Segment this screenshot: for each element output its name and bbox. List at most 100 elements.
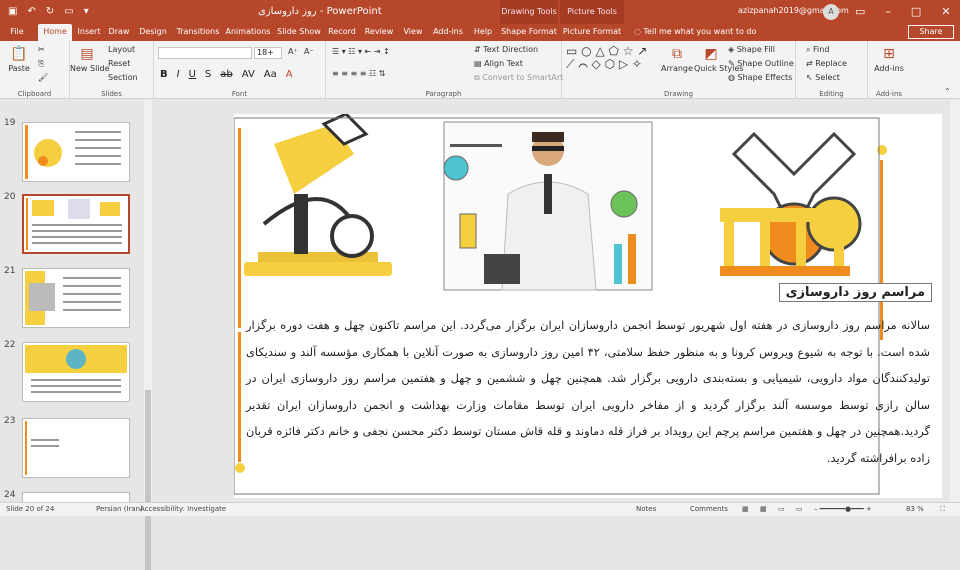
- paint-bucket-icon: ◈: [728, 45, 737, 54]
- tab-view[interactable]: View: [400, 24, 426, 41]
- accessibility-status[interactable]: Accessibility: Investigate: [140, 505, 226, 513]
- slide-thumbnail[interactable]: [22, 122, 130, 182]
- group-label: Drawing: [663, 90, 694, 98]
- redo-icon[interactable]: ↻: [46, 6, 54, 17]
- ribbon-tabs: File Home Insert Draw Design Transitions…: [0, 24, 960, 41]
- convert-smartart-button[interactable]: ⧉ Convert to SmartArt: [474, 73, 563, 83]
- thumbnails-scrollbar[interactable]: [144, 100, 152, 570]
- layout-button[interactable]: Layout: [108, 45, 135, 54]
- copy-icon[interactable]: ⎘: [38, 59, 44, 69]
- list-icons[interactable]: ☰ ▾ ☷ ▾ ⇤ ⇥ ↕: [332, 47, 390, 56]
- format-painter-icon[interactable]: 🖌: [38, 73, 48, 82]
- align-icons[interactable]: ≡ ≡ ≡ ≡ ☷ ⇅: [332, 69, 385, 78]
- shape-effects-button[interactable]: ◍ Shape Effects: [728, 73, 792, 82]
- font-color-icon[interactable]: A: [286, 69, 293, 80]
- tab-record[interactable]: Record: [326, 24, 358, 41]
- slide-number: 19: [4, 118, 16, 128]
- spacing-icon[interactable]: AV: [242, 69, 255, 80]
- tab-review[interactable]: Review: [362, 24, 396, 41]
- slide-thumbnail-selected[interactable]: [22, 194, 130, 254]
- tab-draw[interactable]: Draw: [106, 24, 132, 41]
- slide-thumbnail[interactable]: [22, 418, 130, 478]
- customize-icon[interactable]: ▾: [84, 6, 89, 17]
- maximize-icon[interactable]: □: [911, 5, 921, 18]
- window-controls: ▭ – □ ✕: [855, 5, 951, 18]
- section-button[interactable]: Section: [108, 73, 138, 82]
- shape-fill-button[interactable]: ◈ Shape Fill: [728, 45, 775, 54]
- tab-animations[interactable]: Animations: [224, 24, 272, 41]
- tab-shape-format[interactable]: Shape Format: [500, 24, 558, 41]
- slideshow-icon[interactable]: ▭: [64, 6, 73, 17]
- search-icon: ⌕: [806, 45, 814, 54]
- shape-outline-button[interactable]: ✎ Shape Outline: [728, 59, 794, 68]
- tab-picture-format[interactable]: Picture Format: [560, 24, 624, 41]
- paste-button[interactable]: 📋 Paste: [2, 45, 36, 73]
- reading-view-icon[interactable]: ▭: [778, 505, 785, 513]
- increase-font-icon[interactable]: A⁺: [288, 47, 298, 56]
- new-slide-button[interactable]: ▤ New Slide: [70, 45, 110, 73]
- underline-icon[interactable]: U: [189, 69, 196, 80]
- normal-view-icon[interactable]: ▦: [742, 505, 749, 513]
- quick-styles-button[interactable]: ◩ Quick Styles: [694, 45, 743, 73]
- font-size-box[interactable]: 18+: [254, 47, 282, 59]
- align-text-button[interactable]: ▤ Align Text: [474, 59, 523, 68]
- change-case-icon[interactable]: Aa: [264, 69, 277, 80]
- slide-body-text[interactable]: سالانه مراسم روز داروسازی در هفته اول شه…: [234, 312, 942, 471]
- group-editing: ⌕ Find ⇄ Replace ↖ Select Editing: [796, 41, 868, 99]
- bold-icon[interactable]: B: [160, 69, 168, 80]
- new-slide-icon: ▤: [80, 46, 94, 62]
- zoom-level[interactable]: 83 %: [906, 505, 924, 513]
- shadow-icon[interactable]: S: [205, 69, 211, 80]
- group-label: Editing: [819, 90, 844, 98]
- tell-me-search[interactable]: ◌ Tell me what you want to do: [634, 27, 756, 36]
- tab-transitions[interactable]: Transitions: [174, 24, 222, 41]
- add-ins-button[interactable]: ⊞ Add-ins: [872, 45, 906, 73]
- notes-button[interactable]: Notes: [636, 505, 656, 513]
- reset-button[interactable]: Reset: [108, 59, 130, 68]
- decrease-font-icon[interactable]: A⁻: [304, 47, 314, 56]
- slide-number: 24: [4, 490, 16, 500]
- comments-button[interactable]: Comments: [690, 505, 728, 513]
- minimize-icon[interactable]: –: [885, 5, 891, 18]
- zoom-slider[interactable]: – ━━━━━━●━━━ +: [814, 505, 872, 513]
- strikethrough-icon[interactable]: ab: [220, 69, 232, 80]
- slide-title[interactable]: مراسم روز داروسازی: [778, 283, 932, 302]
- tab-help[interactable]: Help: [470, 24, 496, 41]
- ribbon-display-icon[interactable]: ▭: [855, 5, 865, 18]
- tab-home[interactable]: Home: [38, 24, 72, 41]
- collapse-ribbon-icon[interactable]: ⌃: [944, 87, 951, 96]
- tab-insert[interactable]: Insert: [74, 24, 104, 41]
- avatar[interactable]: A: [823, 4, 839, 20]
- undo-icon[interactable]: ↶: [27, 6, 35, 17]
- select-button[interactable]: ↖ Select: [806, 73, 840, 82]
- scrollbar-thumb[interactable]: [145, 390, 151, 570]
- tab-design[interactable]: Design: [136, 24, 170, 41]
- italic-icon[interactable]: I: [177, 69, 180, 80]
- cut-icon[interactable]: ✂: [38, 45, 45, 54]
- slide-thumbnail[interactable]: [22, 342, 130, 402]
- tab-slide-show[interactable]: Slide Show: [276, 24, 322, 41]
- language-indicator[interactable]: Persian (Iran): [96, 505, 143, 513]
- slideshow-view-icon[interactable]: ▭: [796, 505, 803, 513]
- slide-thumbnail[interactable]: [22, 268, 130, 328]
- text-direction-button[interactable]: ⇵ Text Direction: [474, 45, 538, 54]
- close-icon[interactable]: ✕: [941, 5, 950, 18]
- fit-slide-icon[interactable]: ⛶: [940, 505, 945, 514]
- slide-thumbnails-pane: 19 20 21 22 23 24: [0, 100, 148, 502]
- tab-add-ins[interactable]: Add-ins: [430, 24, 466, 41]
- replace-button[interactable]: ⇄ Replace: [806, 59, 847, 68]
- find-button[interactable]: ⌕ Find: [806, 45, 829, 55]
- tab-file[interactable]: File: [4, 24, 30, 41]
- arrange-icon: ⧉: [672, 46, 682, 62]
- slide-scrollbar[interactable]: [950, 100, 960, 502]
- save-icon[interactable]: ▣: [8, 6, 17, 17]
- sorter-view-icon[interactable]: ▦: [760, 505, 767, 513]
- group-clipboard: 📋 Paste ✂ ⎘ 🖌 Clipboard: [0, 41, 70, 99]
- slide-thumbnail[interactable]: [22, 492, 130, 502]
- arrange-button[interactable]: ⧉ Arrange: [660, 45, 694, 73]
- slide[interactable]: مراسم روز داروسازی سالانه مراسم روز دارو…: [234, 114, 942, 498]
- shapes-gallery[interactable]: ▭ ○ △ ⬠ ☆ ↗ ⟋ ⌒ ◇ ⬡ ▷ ✧: [566, 45, 658, 71]
- share-button[interactable]: Share: [908, 25, 954, 39]
- microscope-illustration: [244, 114, 392, 276]
- font-name-box[interactable]: [158, 47, 252, 59]
